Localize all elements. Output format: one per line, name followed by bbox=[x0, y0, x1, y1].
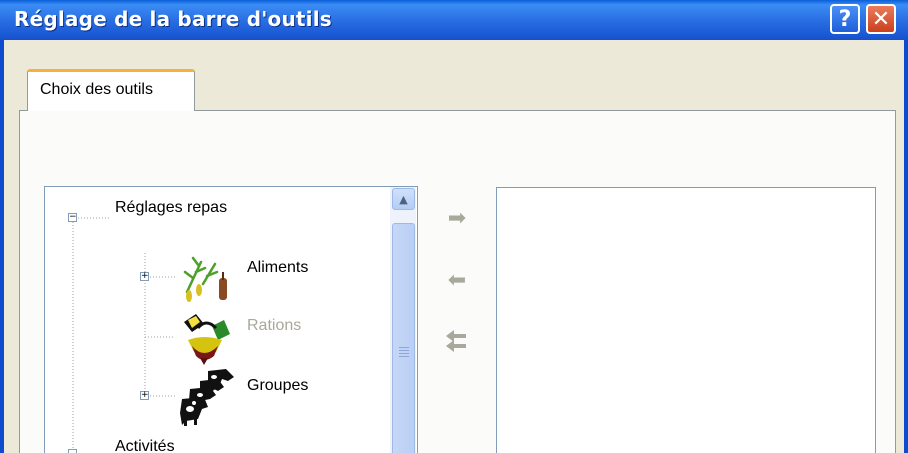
tree-node-activites[interactable]: Activités bbox=[115, 438, 175, 453]
arrow-left-icon: ⬅ bbox=[447, 268, 467, 293]
expand-toggle-aliments[interactable]: + bbox=[140, 272, 149, 281]
close-icon: ✕ bbox=[871, 6, 891, 32]
expand-toggle-groupes[interactable]: + bbox=[140, 391, 149, 400]
feed-plant-icon bbox=[183, 256, 227, 302]
thumb-grip-line bbox=[399, 356, 409, 357]
help-button[interactable]: ? bbox=[830, 4, 860, 34]
tree-node-aliments[interactable]: Aliments bbox=[247, 259, 308, 277]
cattle-herd-icon bbox=[180, 369, 234, 426]
tab-choix-des-outils[interactable]: Choix des outils bbox=[27, 69, 195, 111]
thumb-grip-line bbox=[399, 347, 409, 348]
window-title: Réglage de la barre d'outils bbox=[14, 7, 332, 31]
tree-node-rations[interactable]: Rations bbox=[247, 317, 301, 335]
window-border-right bbox=[904, 40, 908, 453]
arrow-right-icon: ➡ bbox=[447, 206, 467, 231]
scroll-up-button[interactable]: ▲ bbox=[392, 188, 415, 210]
add-tool-button[interactable]: ➡ bbox=[444, 208, 470, 230]
ration-mixer-icon bbox=[184, 314, 230, 365]
close-button[interactable]: ✕ bbox=[866, 4, 896, 34]
selected-tools-list[interactable] bbox=[496, 187, 876, 453]
thumb-grip-line bbox=[399, 350, 409, 351]
thumb-grip-line bbox=[399, 353, 409, 354]
remove-tool-button[interactable]: ⬅ bbox=[444, 270, 470, 292]
help-icon: ? bbox=[838, 6, 852, 32]
window-border-left bbox=[0, 40, 4, 453]
tools-tree[interactable]: − Réglages repas + Aliments Rations + Gr… bbox=[44, 186, 418, 453]
scrollbar-thumb[interactable] bbox=[392, 223, 415, 453]
tree-node-reglages-repas[interactable]: Réglages repas bbox=[115, 199, 227, 217]
remove-all-tools-button[interactable] bbox=[444, 330, 470, 352]
chevron-up-icon: ▲ bbox=[399, 192, 408, 206]
tree-node-groupes[interactable]: Groupes bbox=[247, 377, 308, 395]
tab-label: Choix des outils bbox=[40, 81, 153, 98]
expand-toggle-activites[interactable] bbox=[68, 449, 77, 453]
double-arrow-left-icon bbox=[446, 330, 466, 352]
title-bar[interactable]: Réglage de la barre d'outils ? ✕ bbox=[0, 0, 908, 40]
collapse-toggle-reglages-repas[interactable]: − bbox=[68, 213, 77, 222]
